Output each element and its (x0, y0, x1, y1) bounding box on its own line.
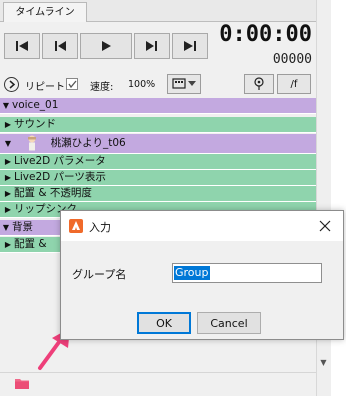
expand-icon[interactable]: ▶ (2, 237, 14, 252)
track-label: 配置 & (14, 238, 47, 250)
dialog-titlebar: 入力 (61, 211, 343, 241)
dialog-title: 入力 (89, 221, 111, 234)
track-label: 背景 (12, 221, 33, 233)
timecode-display: 0:00:00 (219, 22, 312, 47)
marker-button[interactable] (244, 74, 274, 94)
cancel-button[interactable]: Cancel (197, 312, 261, 334)
pin-icon (254, 77, 264, 90)
step-back-icon (55, 41, 66, 51)
tab-timeline[interactable]: タイムライン (3, 2, 87, 23)
expand-icon[interactable]: ▼ (0, 220, 12, 235)
track-row[interactable]: ▶ サウンド (0, 117, 316, 133)
chevron-right-icon (9, 80, 16, 89)
character-avatar-icon (28, 135, 37, 151)
track-row[interactable]: ▶ Live2D パーツ表示 (0, 170, 316, 186)
track-row[interactable]: ▼ voice_01 (0, 98, 316, 114)
step-forward-icon (146, 41, 157, 51)
prev-frame-button[interactable] (42, 33, 78, 59)
expand-icon[interactable]: ▶ (2, 170, 14, 185)
skip-end-icon (184, 41, 196, 51)
repeat-label: リピート (25, 82, 65, 93)
expand-icon[interactable]: ▶ (2, 202, 14, 217)
dropdown-arrow-icon (188, 81, 196, 86)
fps-button[interactable]: /f (277, 74, 311, 94)
track-label: Live2D パーツ表示 (14, 171, 106, 183)
track-label: Live2D パラメータ (14, 155, 106, 167)
track-row[interactable]: ▼ 桃瀬ひより_t06 (0, 134, 316, 154)
expand-icon[interactable]: ▼ (0, 98, 12, 113)
speed-label: 速度: (90, 82, 114, 93)
play-icon (102, 41, 111, 51)
close-icon[interactable] (319, 220, 331, 232)
playback-mode-button[interactable] (4, 77, 19, 92)
repeat-checkbox[interactable] (66, 78, 78, 90)
play-button[interactable] (80, 33, 132, 59)
expand-icon[interactable]: ▶ (2, 117, 14, 132)
track-row[interactable]: ▶ Live2D パラメータ (0, 154, 316, 170)
dialog-footer: OK Cancel (61, 309, 343, 339)
speed-value[interactable]: 100% (128, 79, 155, 90)
group-name-input[interactable]: Group (172, 263, 322, 283)
track-label: 配置 & 不透明度 (14, 187, 92, 199)
frame-counter: 00000 (272, 52, 312, 67)
next-frame-button[interactable] (134, 33, 170, 59)
track-label: 桃瀬ひより_t06 (50, 137, 126, 149)
skip-start-icon (16, 41, 28, 51)
track-row[interactable]: ▶ 配置 & 不透明度 (0, 186, 316, 202)
expand-icon[interactable]: ▼ (2, 134, 14, 153)
display-mode-dropdown[interactable] (167, 74, 201, 94)
expand-icon[interactable]: ▶ (2, 154, 14, 169)
expand-icon[interactable]: ▶ (2, 186, 14, 201)
dialog-body: グループ名 Group (61, 241, 343, 309)
app-icon (69, 219, 83, 233)
input-dialog: 入力 グループ名 Group OK Cancel (60, 210, 344, 340)
film-icon (172, 78, 186, 89)
scroll-down-icon[interactable]: ▼ (316, 356, 331, 370)
go-to-end-button[interactable] (172, 33, 208, 59)
group-name-value: Group (174, 266, 210, 280)
checkmark-icon (68, 80, 77, 89)
folder-icon[interactable] (14, 376, 30, 390)
ok-button[interactable]: OK (137, 312, 191, 334)
go-to-start-button[interactable] (4, 33, 40, 59)
track-label: voice_01 (12, 99, 59, 111)
group-name-label: グループ名 (72, 268, 127, 281)
track-label: サウンド (14, 118, 56, 130)
